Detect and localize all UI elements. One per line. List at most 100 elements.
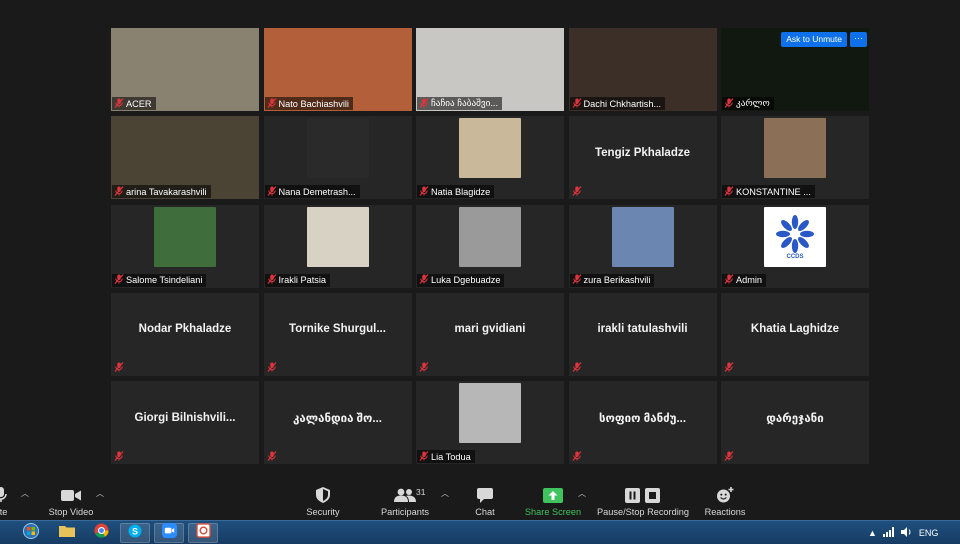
participant-tile[interactable]: Lia Todua bbox=[416, 381, 564, 464]
participant-tile[interactable]: Luka Dgebuadze bbox=[416, 204, 564, 288]
participant-tile[interactable]: Nana Demetrash... bbox=[263, 116, 412, 200]
participant-tile[interactable]: Giorgi Bilnishvili... bbox=[111, 381, 259, 464]
participant-label bbox=[265, 450, 281, 463]
start-button[interactable] bbox=[14, 522, 48, 544]
participant-label: Natia Blagidze bbox=[417, 185, 495, 199]
chat-bubble-icon bbox=[477, 486, 493, 504]
taskbar-zoom[interactable] bbox=[154, 523, 184, 543]
share-screen-button[interactable]: Share Screen bbox=[524, 480, 582, 520]
participant-tile[interactable]: Tengiz Pkhaladze bbox=[568, 116, 717, 200]
taskbar-app[interactable] bbox=[188, 523, 218, 543]
more-options-button[interactable]: ··· bbox=[850, 32, 867, 47]
taskbar-explorer[interactable] bbox=[52, 523, 82, 543]
participant-display-name: Giorgi Bilnishvili... bbox=[134, 411, 236, 424]
participant-tile[interactable]: zura Berikashvili bbox=[568, 204, 717, 288]
muted-mic-icon bbox=[267, 97, 277, 110]
mute-button[interactable]: ute bbox=[0, 480, 14, 520]
chat-button[interactable]: Chat bbox=[470, 480, 500, 520]
stop-video-button[interactable]: Stop Video bbox=[46, 480, 96, 520]
participant-tile[interactable]: კარლო Ask to Unmute ··· bbox=[721, 28, 869, 111]
reactions-button[interactable]: Reactions bbox=[703, 480, 747, 520]
participant-tile[interactable]: დარეჯანი bbox=[721, 381, 869, 464]
chat-label: Chat bbox=[475, 507, 495, 517]
participant-display-name: სოფიო მანძუ... bbox=[598, 412, 687, 425]
taskbar-chrome[interactable] bbox=[86, 523, 116, 543]
participant-tile[interactable]: სოფიო მანძუ... bbox=[568, 381, 717, 464]
muted-mic-icon bbox=[724, 274, 734, 286]
participant-name: KONSTANTINE ... bbox=[736, 186, 811, 197]
meeting-toolbar: ute ︿ Stop Video ︿ Security Participants… bbox=[0, 480, 960, 520]
participant-name: Admin bbox=[736, 275, 763, 285]
participant-name: კარლო bbox=[736, 98, 770, 108]
participant-tile[interactable]: Salome Tsindeliani bbox=[111, 204, 259, 288]
participant-tile[interactable]: arina Tavakarashvili bbox=[111, 116, 259, 200]
participant-name: arina Tavakarashvili bbox=[126, 186, 207, 197]
profile-picture bbox=[459, 383, 521, 443]
volume-icon[interactable] bbox=[900, 527, 913, 539]
participants-options-caret[interactable]: ︿ bbox=[441, 488, 449, 499]
windows-logo-icon bbox=[23, 522, 39, 544]
participant-name: Salome Tsindeliani bbox=[126, 275, 203, 285]
muted-mic-icon bbox=[267, 450, 277, 463]
muted-mic-icon bbox=[419, 274, 429, 286]
participant-tile[interactable]: Khatia Laghidze bbox=[721, 292, 869, 376]
participant-tile[interactable]: ჩაჩია ჩაბაშვი... bbox=[416, 28, 564, 111]
participant-tile[interactable]: კალანდია შო... bbox=[263, 381, 412, 464]
muted-mic-icon bbox=[572, 274, 582, 286]
network-icon[interactable] bbox=[882, 527, 895, 539]
emoji-plus-icon bbox=[716, 486, 734, 504]
participant-label: Nato Bachiashvili bbox=[264, 97, 353, 110]
ask-to-unmute-button[interactable]: Ask to Unmute bbox=[781, 32, 847, 47]
muted-mic-icon bbox=[114, 450, 124, 463]
participant-tile[interactable]: Natia Blagidze bbox=[416, 116, 564, 200]
pause-stop-recording-button[interactable]: Pause/Stop Recording bbox=[596, 480, 690, 520]
participant-display-name: irakli tatulashvili bbox=[597, 323, 688, 336]
profile-picture bbox=[764, 118, 826, 179]
participant-tile[interactable]: Tornike Shurgul... bbox=[263, 292, 412, 376]
taskbar-skype[interactable]: S bbox=[120, 523, 150, 543]
participants-count: 31 bbox=[416, 487, 426, 497]
audio-options-caret[interactable]: ︿ bbox=[21, 488, 29, 499]
participants-button[interactable]: Participants bbox=[377, 480, 433, 520]
participant-display-name: mari gvidiani bbox=[454, 323, 526, 336]
participant-name: Lia Todua bbox=[431, 451, 471, 462]
share-options-caret[interactable]: ︿ bbox=[578, 488, 586, 499]
participant-tile[interactable]: KONSTANTINE ... bbox=[721, 116, 869, 200]
participant-tile[interactable]: CCDS Admin bbox=[721, 204, 869, 288]
video-options-caret[interactable]: ︿ bbox=[96, 488, 104, 499]
muted-mic-icon bbox=[114, 362, 124, 374]
participants-label: Participants bbox=[380, 507, 429, 517]
share-screen-icon bbox=[543, 486, 563, 504]
mute-label: ute bbox=[0, 507, 8, 517]
zoom-icon bbox=[161, 523, 177, 543]
participant-display-name: Tornike Shurgul... bbox=[289, 323, 386, 336]
recording-label: Pause/Stop Recording bbox=[597, 507, 689, 517]
participant-tile[interactable]: Nato Bachiashvili bbox=[263, 28, 412, 111]
participant-tile[interactable]: mari gvidiani bbox=[416, 292, 564, 376]
participant-tile[interactable]: Irakli Patsia bbox=[263, 204, 412, 288]
muted-mic-icon bbox=[419, 450, 429, 463]
muted-mic-icon bbox=[267, 274, 277, 286]
participant-tile[interactable]: irakli tatulashvili bbox=[568, 292, 717, 376]
muted-mic-icon bbox=[114, 274, 124, 286]
participant-name: Nana Demetrash... bbox=[278, 186, 356, 197]
muted-mic-icon bbox=[572, 185, 582, 198]
participant-label bbox=[570, 362, 586, 375]
participant-label: zura Berikashvili bbox=[569, 273, 655, 287]
video-grid: ACER Nato Bachiashvili ჩაჩია ჩაბაშვი... Dac… bbox=[111, 28, 869, 464]
participant-tile[interactable]: Dachi Chkhartish... bbox=[568, 28, 717, 111]
tray-expand-icon[interactable]: ▲ bbox=[868, 528, 877, 538]
participant-label bbox=[417, 362, 433, 375]
language-indicator[interactable]: ENG bbox=[919, 528, 939, 538]
participant-tile[interactable]: ACER bbox=[111, 28, 259, 111]
folder-icon bbox=[59, 524, 75, 542]
pause-stop-icon bbox=[625, 486, 661, 504]
participant-tile[interactable]: Nodar Pkhaladze bbox=[111, 292, 259, 376]
skype-icon: S bbox=[128, 524, 142, 543]
muted-mic-icon bbox=[267, 362, 277, 374]
profile-picture bbox=[306, 118, 369, 179]
muted-mic-icon bbox=[724, 362, 734, 374]
security-button[interactable]: Security bbox=[303, 480, 343, 520]
participant-label bbox=[722, 362, 738, 375]
participant-name: Dachi Chkhartish... bbox=[583, 98, 662, 109]
